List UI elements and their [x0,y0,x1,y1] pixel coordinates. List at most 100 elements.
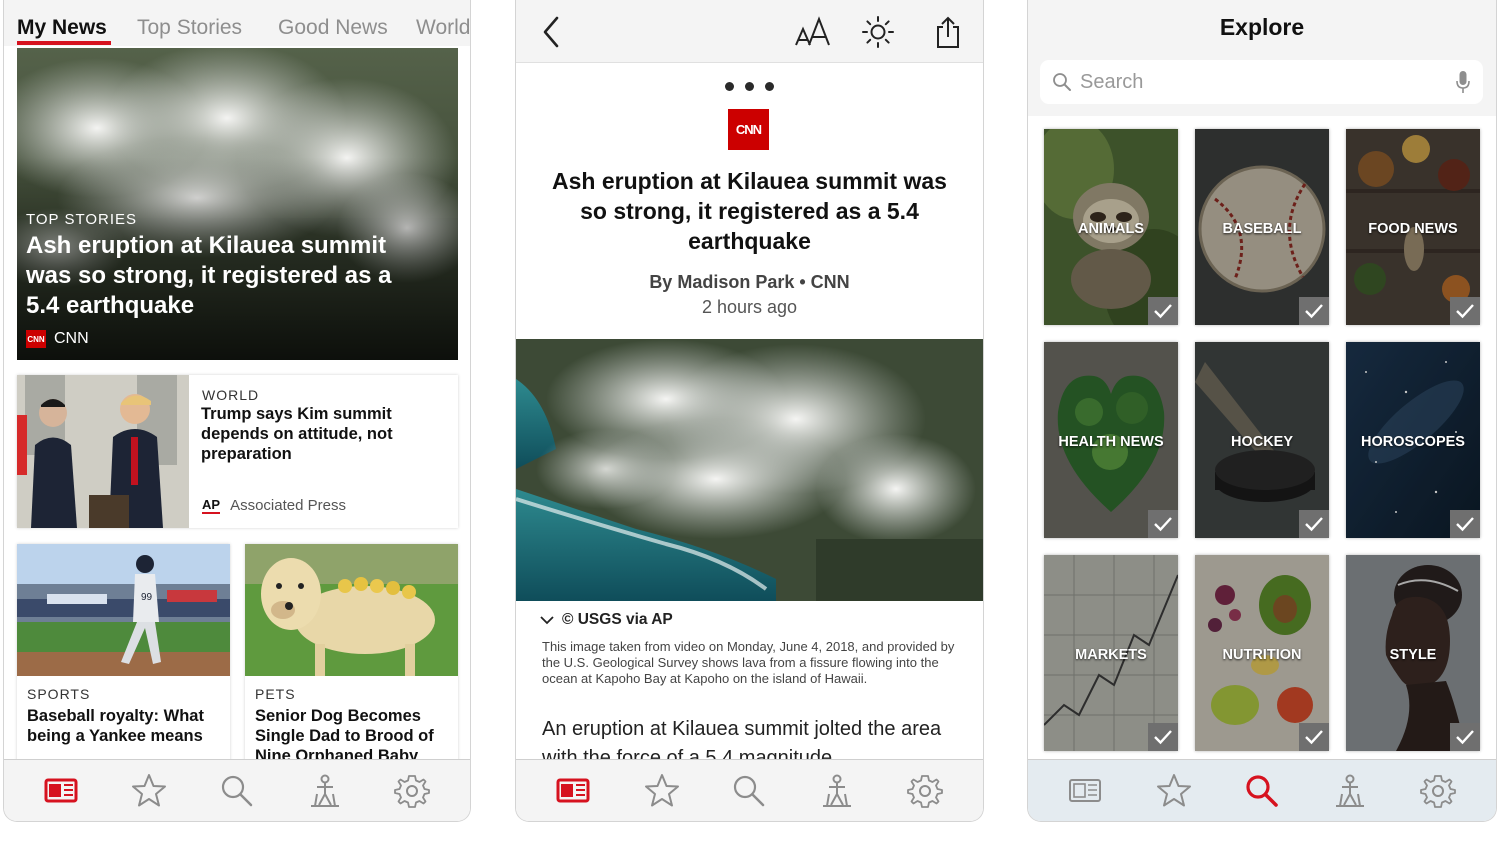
checkmark-icon[interactable] [1148,723,1178,751]
topic-tile-animals[interactable]: ANIMALS [1044,129,1178,325]
tab-news[interactable] [550,767,598,815]
search-icon [1246,774,1278,807]
hero-source: CNN CNN [26,330,89,348]
tab-good-news[interactable]: Good News [278,16,388,40]
pets-story-image [245,544,458,676]
sports-story-card[interactable]: 99 SPORTS Baseball royalty: What being a… [17,544,230,764]
tab-news[interactable] [38,767,86,815]
explore-header: Explore [1028,0,1496,116]
tab-profile[interactable] [813,767,861,815]
person-icon [823,774,852,807]
share-button[interactable] [930,14,966,50]
microphone-icon[interactable] [1455,70,1471,94]
article-byline: By Madison Park • CNN [649,272,850,292]
tab-profile[interactable] [301,767,349,815]
checkmark-icon[interactable] [1148,297,1178,325]
hero-source-name: CNN [54,330,89,347]
tab-search[interactable] [1238,767,1286,815]
text-size-icon [795,16,830,46]
more-options-icon[interactable] [516,82,983,91]
hero-story-card[interactable]: TOP STORIES Ash eruption at Kilauea summ… [17,48,458,360]
tab-favorites[interactable] [125,767,173,815]
topic-tile-baseball[interactable]: BASEBALL [1195,129,1329,325]
article-image [516,339,983,601]
tab-search[interactable] [725,767,773,815]
ap-logo-icon: AP [202,496,221,514]
tab-my-news[interactable]: My News [17,16,107,40]
chevron-down-icon [540,616,554,625]
topic-label: BASEBALL [1222,221,1302,237]
checkmark-icon[interactable] [1299,723,1329,751]
tab-settings[interactable] [1414,767,1462,815]
search-input[interactable] [1080,70,1455,94]
topic-label: FOOD NEWS [1368,221,1458,237]
world-story-image [17,375,189,528]
topic-label: HEALTH NEWS [1058,434,1164,450]
sun-icon [862,16,894,48]
search-icon [221,775,253,806]
topic-tile-markets[interactable]: MARKETS [1044,555,1178,751]
tab-news[interactable] [1062,767,1110,815]
tab-world[interactable]: World [416,16,470,40]
topic-tile-hockey[interactable]: HOCKEY [1195,342,1329,538]
tab-favorites[interactable] [1150,767,1198,815]
photo-caption: This image taken from video on Monday, J… [542,639,955,686]
photo-credit-toggle[interactable]: © USGS via AP [540,611,673,629]
topic-tile-horoscopes[interactable]: HOROSCOPES [1346,342,1480,538]
star-icon [132,773,167,806]
gear-icon [394,774,431,808]
tab-settings[interactable] [901,767,949,815]
checkmark-icon[interactable] [1299,297,1329,325]
sports-story-headline: Baseball royalty: What being a Yankee me… [27,707,204,745]
topic-tile-health-news[interactable]: HEALTH NEWS [1044,342,1178,538]
bottom-tab-bar [516,759,983,821]
hero-kicker: TOP STORIES [26,211,138,228]
share-icon [937,16,959,48]
checkmark-icon[interactable] [1148,510,1178,538]
search-bar[interactable] [1040,60,1483,104]
topic-tile-food-news[interactable]: FOOD NEWS [1346,129,1480,325]
back-button[interactable] [536,14,566,50]
sports-story-kicker: SPORTS [27,686,91,702]
tab-top-stories[interactable]: Top Stories [137,16,242,40]
checkmark-icon[interactable] [1450,510,1480,538]
pets-story-kicker: PETS [255,686,296,702]
my-news-screen: My News Top Stories Good News World TOP … [3,0,471,822]
topic-tile-nutrition[interactable]: NUTRITION [1195,555,1329,751]
pets-story-card[interactable]: PETS Senior Dog Becomes Single Dad to Br… [245,544,458,764]
topic-label: ANIMALS [1077,221,1145,237]
person-icon [1336,774,1364,807]
person-icon [310,774,339,807]
tab-settings[interactable] [388,767,436,815]
news-icon [556,778,590,802]
checkmark-icon[interactable] [1299,510,1329,538]
cnn-logo-icon: CNN [728,109,769,150]
tab-favorites[interactable] [638,767,686,815]
world-story-source: AP Associated Press [202,497,346,514]
topic-label: STYLE [1389,647,1437,663]
text-size-button[interactable] [790,14,836,50]
bottom-tab-bar [1028,759,1496,821]
tab-profile[interactable] [1326,767,1374,815]
cnn-logo-icon: CNN [26,330,46,348]
article-title: Ash eruption at Kilauea summit was so st… [552,168,947,254]
checkmark-icon[interactable] [1450,297,1480,325]
pets-story-headline: Senior Dog Becomes Single Dad to Brood o… [255,707,434,764]
world-story-card[interactable]: WORLD Trump says Kim summit depends on a… [17,375,458,528]
checkmark-icon[interactable] [1450,723,1480,751]
world-story-source-name: Associated Press [230,497,346,514]
article-toolbar [516,0,983,63]
topic-tile-style[interactable]: STYLE [1346,555,1480,751]
search-icon [1053,73,1071,91]
topic-label: HOCKEY [1230,434,1294,450]
world-story-kicker: WORLD [202,387,260,403]
photo-credit: © USGS via AP [562,611,673,628]
tab-search[interactable] [213,767,261,815]
star-icon [1157,773,1191,806]
news-icon [44,778,78,802]
topic-label: MARKETS [1075,647,1147,663]
chevron-left-icon [543,16,559,48]
article-timestamp: 2 hours ago [701,297,798,317]
brightness-button[interactable] [858,14,898,50]
explore-screen: Explore ANIMALS BASEBALL FOOD NEWS [1027,0,1497,822]
